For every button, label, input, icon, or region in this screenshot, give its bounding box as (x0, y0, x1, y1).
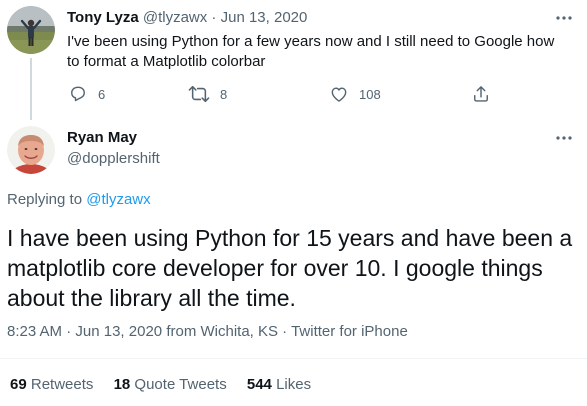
parent-avatar-photo (7, 6, 55, 54)
tweet-date[interactable]: Jun 13, 2020 (75, 323, 162, 340)
retweet-icon (188, 84, 210, 104)
tweet-source[interactable]: Twitter for iPhone (291, 323, 408, 340)
parent-tweet-text: I've been using Python for a few years n… (67, 33, 555, 70)
replying-to-handle-link[interactable]: @tlyzawx (86, 191, 150, 208)
reply-button[interactable]: 6 (68, 84, 105, 104)
retweet-count: 8 (220, 86, 228, 102)
reply-count: 6 (98, 86, 106, 102)
parent-header-separator: · (207, 9, 221, 26)
thread-connector-line (30, 58, 32, 120)
replying-to-label: Replying to (7, 191, 87, 208)
tweet-stats: 69 Retweets 18 Quote Tweets 544 Likes (10, 375, 327, 395)
meta-separator: · (278, 323, 292, 340)
parent-tweet-actions: 6 8 108 (58, 84, 508, 104)
parent-display-name[interactable]: Tony Lyza (67, 9, 139, 26)
reply-icon (68, 84, 88, 104)
tweet-metadata: 8:23 AM · Jun 13, 2020 from Wichita, KS … (7, 322, 408, 342)
more-icon[interactable] (553, 8, 575, 28)
likes-count: 544 (246, 376, 272, 393)
parent-tweet-header: Tony Lyza @tlyzawx · Jun 13, 2020 (67, 8, 307, 28)
parent-date[interactable]: Jun 13, 2020 (221, 9, 308, 26)
quote-tweets-stat-link[interactable]: 18 Quote Tweets (114, 376, 227, 393)
parent-handle[interactable]: @tlyzawx (143, 9, 207, 26)
main-display-name[interactable]: Ryan May (67, 128, 137, 148)
tweet-location[interactable]: from Wichita, KS (166, 323, 278, 340)
share-icon (471, 84, 491, 104)
meta-separator: · (62, 323, 76, 340)
retweet-button[interactable]: 8 (188, 84, 227, 104)
parent-avatar[interactable] (7, 6, 55, 54)
likes-stat-link[interactable]: 544 Likes (247, 376, 311, 393)
main-avatar-photo (7, 126, 55, 174)
quote-tweets-count: 18 (113, 376, 131, 393)
like-icon (329, 84, 349, 104)
likes-label: Likes (276, 376, 312, 393)
like-button[interactable]: 108 (329, 84, 381, 104)
replying-to-line: Replying to @tlyzawx (7, 190, 151, 210)
like-count: 108 (359, 86, 381, 102)
main-handle[interactable]: @dopplershift (67, 149, 160, 169)
retweets-label: Retweets (30, 376, 94, 393)
retweets-count: 69 (10, 376, 27, 393)
tweet-time[interactable]: 8:23 AM (7, 323, 62, 340)
quote-tweets-label: Quote Tweets (134, 376, 227, 393)
tweet-thread: Tony Lyza @tlyzawx · Jun 13, 2020 I've b… (0, 0, 587, 406)
retweets-stat-link[interactable]: 69 Retweets (10, 376, 93, 393)
main-avatar[interactable] (7, 126, 55, 174)
stats-divider (0, 358, 587, 359)
main-tweet-text: I have been using Python for 15 years an… (7, 225, 573, 311)
more-icon[interactable] (553, 128, 575, 148)
share-button[interactable] (471, 84, 491, 104)
